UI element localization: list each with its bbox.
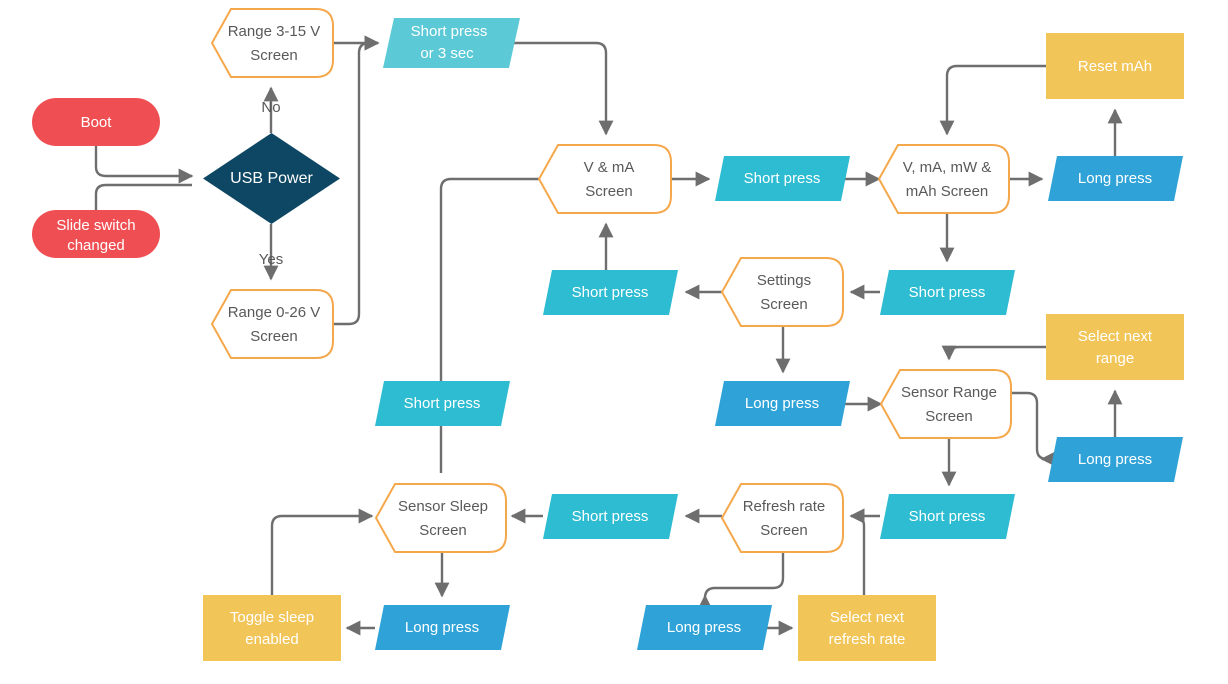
node-vma-line1: V & mA [584,159,635,176]
node-sensor-sleep-line2: Screen [419,522,467,539]
edge-short3sec-to-vma [509,41,614,136]
node-select-next-range-line2: range [1096,350,1134,367]
edge-range026-to-short3sec [333,35,380,326]
node-long-press-toggle-sleep[interactable]: Long press [375,605,510,650]
node-long-press-sensorrange-label: Long press [745,395,819,412]
node-long-press-refresh-label: Long press [667,619,741,636]
node-refresh-rate-line2: Screen [760,522,808,539]
node-short-press-vma-label: Short press [572,284,649,301]
node-short-press-vmamwmah-label: Short press [744,170,821,187]
edge-resetmah-to-vmamwmah [939,64,1046,136]
node-refresh-rate-line1: Refresh rate [743,498,826,515]
node-short-press-to-refresh-rate[interactable]: Short press [880,494,1015,539]
node-slide-switch-changed[interactable]: Slide switch changed [32,210,160,258]
edge-selectnextrate-to-refreshrate [849,508,866,595]
edge-selectnextrange-to-sensorrange [941,345,1046,361]
edge-refreshrate-to-longpress-refresh [697,552,785,610]
node-layer: Boot Slide switch changed USB Power Rang… [32,8,1184,661]
edge-vma-to-shortpress-sleeptop [439,177,539,383]
node-select-next-range-line1: Select next [1078,328,1153,345]
node-range-0-26v-line1: Range 0-26 V [228,304,321,321]
node-vma-line2: Screen [585,183,633,200]
node-sensor-range-screen[interactable]: Sensor Range Screen [879,369,1012,439]
node-short-press-to-vma[interactable]: Short press [543,270,678,315]
node-long-press-to-sensor-range[interactable]: Long press [715,381,850,426]
node-boot[interactable]: Boot [32,98,160,146]
node-vmamwmah-line1: V, mA, mW & [903,159,992,176]
edge-label-no: No [261,99,280,116]
node-reset-mah-label: Reset mAh [1078,58,1152,75]
node-short-press-settings-label: Short press [909,284,986,301]
node-long-press-select-range-label: Long press [1078,451,1152,468]
node-boot-label: Boot [81,114,113,131]
node-v-ma-mw-mah-screen[interactable]: V, mA, mW & mAh Screen [877,144,1010,214]
node-select-next-range[interactable]: Select next range [1046,314,1184,380]
node-short-press-or-3-sec[interactable]: Short press or 3 sec [383,18,520,68]
edge-label-yes: Yes [259,251,283,268]
node-short-3sec-line2: or 3 sec [420,45,474,62]
node-long-press-reset-label: Long press [1078,170,1152,187]
node-short-press-to-settings[interactable]: Short press [880,270,1015,315]
node-select-next-refresh-rate[interactable]: Select next refresh rate [798,595,936,661]
node-vmamwmah-line2: mAh Screen [906,183,989,200]
edge-togglesleep-to-sensorsleep [270,508,374,595]
node-short-press-sleep-top[interactable]: Short press [375,381,510,426]
edge-boot-to-usb [94,146,194,184]
node-slide-switch-line1: Slide switch [56,217,135,234]
node-range-0-26v-line2: Screen [250,328,298,345]
edge-slideswitch-to-usb [94,183,192,210]
flowchart-canvas: Boot Slide switch changed USB Power Rang… [0,0,1228,684]
node-range-3-15v-line2: Screen [250,47,298,64]
node-sensor-sleep-line1: Sensor Sleep [398,498,488,515]
node-sensor-sleep-screen[interactable]: Sensor Sleep Screen [374,483,507,553]
node-long-press-reset-mah[interactable]: Long press [1048,156,1183,201]
node-range-3-15v-line1: Range 3-15 V [228,23,321,40]
node-reset-mah[interactable]: Reset mAh [1046,33,1184,99]
node-long-press-select-range[interactable]: Long press [1048,437,1183,482]
node-settings-line2: Screen [760,296,808,313]
node-toggle-sleep-line1: Toggle sleep [230,609,314,626]
node-short-3sec-line1: Short press [411,23,488,40]
node-short-press-to-vmamwmah[interactable]: Short press [715,156,850,201]
node-slide-switch-line2: changed [67,237,125,254]
node-toggle-sleep-line2: enabled [245,631,298,648]
node-settings-screen[interactable]: Settings Screen [720,257,844,327]
node-short-press-to-sensor-sleep[interactable]: Short press [543,494,678,539]
node-range-3-15v-screen[interactable]: Range 3-15 V Screen [210,8,334,78]
node-toggle-sleep-enabled[interactable]: Toggle sleep enabled [203,595,341,661]
node-sensor-range-line2: Screen [925,408,973,425]
edge-sensorrange-to-longpress-select [1011,391,1056,467]
node-select-next-rate-line2: refresh rate [829,631,906,648]
node-short-press-sleeptop-label: Short press [404,395,481,412]
node-long-press-refresh[interactable]: Long press [637,605,772,650]
node-select-next-rate-line1: Select next [830,609,905,626]
node-v-and-ma-screen[interactable]: V & mA Screen [537,144,672,214]
node-short-press-sleep-label: Short press [572,508,649,525]
node-refresh-rate-screen[interactable]: Refresh rate Screen [720,483,844,553]
node-long-press-toggle-label: Long press [405,619,479,636]
node-sensor-range-line1: Sensor Range [901,384,997,401]
node-short-press-refresh-label: Short press [909,508,986,525]
node-usb-power-label: USB Power [230,170,313,187]
node-range-0-26v-screen[interactable]: Range 0-26 V Screen [210,289,334,359]
flowchart-svg: Boot Slide switch changed USB Power Rang… [32,8,1184,661]
node-settings-line1: Settings [757,272,811,289]
node-usb-power-decision[interactable]: USB Power [203,133,340,224]
